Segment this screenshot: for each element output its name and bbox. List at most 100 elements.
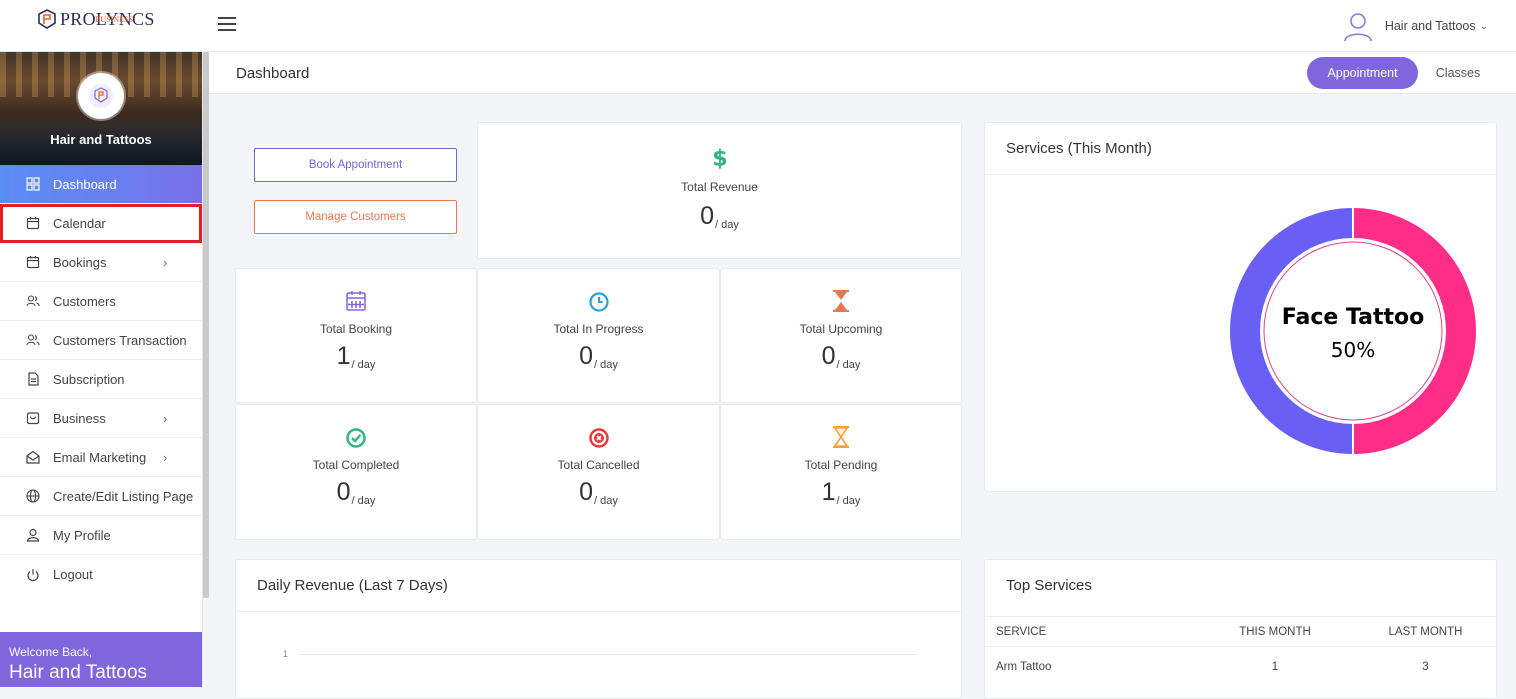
briefcase-icon [26, 412, 40, 425]
business-avatar[interactable] [78, 73, 124, 119]
y-axis-tick: 1 [283, 649, 289, 659]
stat-unit: / day [594, 359, 618, 371]
sidebar-item-label: Customers Transaction [53, 332, 187, 348]
cell-this-month: 1 [1271, 660, 1279, 673]
services-donut-chart: Face Tattoo 50% [1227, 205, 1479, 457]
menu-toggle-icon[interactable] [218, 17, 236, 32]
envelope-icon [26, 450, 40, 464]
check-circle-icon [346, 428, 366, 448]
clock-icon [588, 292, 609, 312]
stat-label: Total Booking [319, 322, 393, 336]
stat-label: Total Pending [804, 458, 878, 472]
users-icon [26, 295, 40, 307]
chart-gridline [299, 654, 917, 655]
sidebar-item-email-marketing[interactable]: Email Marketing › [0, 438, 202, 477]
chevron-right-icon: › [163, 254, 168, 270]
top-bar: PROLYNCS BUSINESS Hair and Tattoos ⌄ [0, 0, 1516, 52]
stat-value: 0 [579, 342, 594, 370]
cell-service: Arm Tattoo [996, 660, 1052, 673]
stat-value: 1 [336, 342, 351, 370]
sidebar-item-dashboard[interactable]: Dashboard [0, 165, 202, 204]
sidebar-item-bookings[interactable]: Bookings › [0, 243, 202, 282]
table-header-row: SERVICE THIS MONTH LAST MONTH [985, 616, 1496, 647]
logo-mark-icon [38, 9, 56, 29]
globe-icon [26, 489, 40, 503]
sidebar-business-name: Hair and Tattoos [50, 132, 152, 147]
manage-customers-button[interactable]: Manage Customers [254, 200, 457, 234]
sidebar-item-subscription[interactable]: Subscription [0, 360, 202, 399]
table-row[interactable]: Arm Tattoo 1 3 [985, 647, 1496, 687]
stat-unit: / day [715, 219, 739, 231]
user-icon [26, 528, 40, 542]
stat-unit: / day [836, 495, 861, 507]
column-header-last-month[interactable]: LAST MONTH [1355, 616, 1496, 647]
chevron-down-icon: ⌄ [1479, 20, 1488, 32]
power-icon [27, 568, 39, 581]
stat-value: 1 [821, 478, 836, 506]
welcome-name: Hair and Tattoos [9, 662, 148, 683]
daily-revenue-card: Daily Revenue (Last 7 Days) [235, 559, 962, 699]
sidebar-item-calendar[interactable]: Calendar [0, 204, 202, 243]
hourglass-icon [833, 290, 849, 312]
sidebar: Hair and Tattoos Dashboard Calendar Book… [0, 52, 203, 687]
sidebar-item-label: Business [53, 410, 106, 426]
services-month-card: Services (This Month) Face Tattoo 50% [984, 122, 1497, 492]
welcome-panel: Welcome Back, Hair and Tattoos [0, 632, 202, 687]
calendar-icon [26, 256, 40, 269]
sidebar-scrollbar[interactable] [203, 52, 209, 598]
donut-center-label: Face Tattoo [1281, 305, 1425, 330]
sidebar-item-logout[interactable]: Logout [0, 555, 202, 594]
stat-unit: / day [594, 495, 618, 507]
column-header-this-month[interactable]: THIS MONTH [1195, 616, 1355, 647]
stat-total-in-progress: Total In Progress 0/ day [477, 268, 720, 403]
sidebar-item-customers-transaction[interactable]: Customers Transaction [0, 321, 202, 360]
top-services-table: SERVICE THIS MONTH LAST MONTH Arm Tattoo… [985, 616, 1496, 687]
user-name: Hair and Tattoos [1384, 19, 1476, 33]
grid-icon [26, 177, 40, 191]
sidebar-item-label: Logout [53, 567, 93, 582]
stat-total-booking: Total Booking 1/ day [235, 268, 477, 403]
brand-sub: BUSINESS [95, 15, 133, 24]
stat-value: 0 [700, 202, 715, 230]
sidebar-item-label: Customers [53, 293, 116, 309]
sidebar-item-label: Calendar [53, 215, 106, 231]
top-services-card: Top Services SERVICE THIS MONTH LAST MON… [984, 559, 1497, 699]
stat-label: Total In Progress [553, 322, 644, 336]
stat-unit: / day [836, 359, 861, 371]
sidebar-item-business[interactable]: Business › [0, 399, 202, 438]
user-menu[interactable]: Hair and Tattoos ⌄ [1341, 9, 1488, 43]
page-title: Dashboard [236, 65, 310, 82]
x-circle-icon [588, 428, 609, 448]
stat-value: 0 [579, 478, 594, 506]
chevron-right-icon: › [163, 410, 168, 426]
stat-value: 0 [336, 478, 351, 506]
sidebar-item-listing-page[interactable]: Create/Edit Listing Page [0, 477, 202, 516]
cell-last-month: 3 [1422, 660, 1429, 673]
card-title: Services (This Month) [1006, 140, 1152, 157]
document-icon [28, 372, 39, 386]
sidebar-item-label: My Profile [53, 527, 111, 543]
tab-appointment[interactable]: Appointment [1307, 57, 1418, 89]
sidebar-item-my-profile[interactable]: My Profile [0, 516, 202, 555]
stat-total-upcoming: Total Upcoming 0/ day [720, 268, 962, 403]
stat-label: Total Revenue [681, 180, 758, 194]
column-header-service[interactable]: SERVICE [985, 616, 1195, 647]
business-logo-icon [89, 84, 113, 108]
page-header: Dashboard Appointment Classes [209, 52, 1516, 94]
card-title: Top Services [1006, 577, 1092, 594]
stat-label: Total Cancelled [557, 458, 640, 472]
stat-unit: / day [351, 359, 376, 371]
sidebar-item-label: Bookings [53, 254, 107, 270]
user-avatar-icon [1344, 13, 1372, 42]
stat-label: Total Completed [312, 458, 400, 472]
total-revenue-card: $ Total Revenue 0/ day [477, 122, 962, 259]
tab-classes[interactable]: Classes [1427, 57, 1489, 89]
svg-text:$: $ [712, 145, 727, 169]
users-icon [26, 334, 40, 346]
card-title: Daily Revenue (Last 7 Days) [257, 577, 448, 594]
book-appointment-button[interactable]: Book Appointment [254, 148, 457, 182]
calendar-icon [26, 217, 40, 230]
stat-total-pending: Total Pending 1/ day [720, 404, 962, 540]
sidebar-item-customers[interactable]: Customers [0, 282, 202, 321]
sidebar-item-label: Email Marketing [53, 449, 147, 465]
